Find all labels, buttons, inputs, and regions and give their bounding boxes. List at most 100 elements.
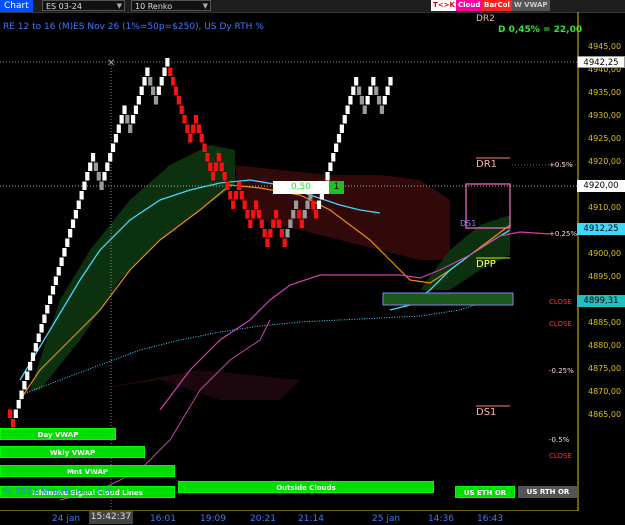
- pct-p025: +0.25%: [549, 230, 578, 238]
- pct-m05: -0.5%: [549, 436, 570, 444]
- y-tick-label: 4865,00: [588, 410, 622, 419]
- renko-brick: [282, 238, 287, 247]
- bear-cloud-lower: [90, 370, 300, 400]
- renko-brick: [208, 162, 213, 171]
- renko-brick: [176, 96, 181, 105]
- us-rth-or-button[interactable]: US RTH OR: [518, 486, 578, 498]
- renko-brick: [79, 191, 84, 200]
- renko-brick: [279, 229, 284, 238]
- renko-brick: [248, 219, 253, 228]
- renko-brick: [145, 67, 150, 76]
- renko-brick: [88, 162, 93, 171]
- renko-brick: [262, 229, 267, 238]
- renko-brick: [368, 86, 373, 95]
- renko-brick: [225, 181, 230, 190]
- renko-brick: [139, 86, 144, 95]
- renko-brick: [316, 200, 322, 209]
- renko-brick: [182, 115, 187, 124]
- renko-brick: [271, 219, 276, 228]
- renko-brick: [185, 124, 190, 133]
- renko-brick: [385, 86, 390, 95]
- renko-brick: [371, 77, 376, 86]
- renko-brick: [328, 162, 333, 171]
- renko-brick: [70, 219, 76, 228]
- y-tick-label: 4930,00: [588, 111, 622, 120]
- renko-brick: [196, 124, 201, 133]
- renko-brick: [334, 143, 339, 152]
- renko-brick: [359, 96, 364, 105]
- y-tick-label: 4910,00: [588, 203, 622, 212]
- renko-brick: [348, 96, 353, 105]
- outside-clouds-button[interactable]: Outside Clouds: [178, 481, 434, 493]
- renko-brick: [102, 172, 107, 181]
- x-tick-label: 25 jan: [372, 514, 401, 524]
- renko-brick: [354, 77, 359, 86]
- y-tick-label: 4875,00: [588, 364, 622, 373]
- pct-m025: -0.25%: [549, 367, 574, 375]
- pct-p05: +0.5%: [549, 161, 573, 169]
- renko-brick: [294, 200, 299, 209]
- renko-brick: [296, 210, 302, 219]
- x-tick-label: 24 jan: [52, 514, 81, 524]
- renko-brick: [39, 324, 44, 333]
- y-tick-label: 4945,00: [588, 42, 622, 51]
- renko-brick: [133, 105, 139, 114]
- x-tick-label: 16:01: [150, 514, 176, 524]
- x-tick-label: 14:36: [428, 514, 454, 524]
- renko-brick: [382, 96, 387, 105]
- renko-brick: [233, 191, 239, 200]
- renko-brick: [311, 200, 316, 209]
- renko-brick: [93, 162, 98, 171]
- y-tick-label: 4920,00: [588, 157, 622, 166]
- position-qty[interactable]: 1: [329, 181, 344, 194]
- renko-brick: [65, 238, 70, 247]
- renko-brick: [179, 105, 184, 114]
- renko-brick: [113, 134, 119, 143]
- renko-brick: [228, 191, 233, 200]
- renko-brick: [16, 400, 21, 409]
- mnt-vwap-button[interactable]: Mnt VWAP: [0, 465, 175, 477]
- renko-brick: [148, 77, 153, 86]
- renko-brick: [239, 191, 244, 200]
- renko-brick: [165, 58, 170, 67]
- close-label-3: CLOSE: [549, 452, 572, 460]
- renko-brick: [90, 153, 96, 162]
- renko-brick: [342, 115, 347, 124]
- renko-brick: [388, 77, 393, 86]
- renko-brick: [22, 381, 27, 390]
- renko-brick: [153, 96, 159, 105]
- us-eth-or-button[interactable]: US ETH OR: [455, 486, 515, 498]
- renko-brick: [245, 210, 250, 219]
- renko-brick: [119, 115, 124, 124]
- y-tick-label: 4925,00: [588, 134, 622, 143]
- renko-brick: [336, 134, 342, 143]
- renko-brick: [253, 200, 259, 209]
- renko-brick: [62, 248, 67, 257]
- renko-brick: [122, 105, 127, 114]
- renko-brick: [99, 181, 104, 190]
- renko-brick: [68, 229, 73, 238]
- level-dr1: DR1: [476, 159, 498, 170]
- renko-brick: [331, 153, 336, 162]
- renko-brick: [365, 96, 370, 105]
- x-tick-label: 16:43: [477, 514, 503, 524]
- wkly-vwap-button[interactable]: Wkly VWAP: [0, 446, 145, 458]
- renko-brick: [216, 153, 221, 162]
- renko-brick: [273, 210, 279, 219]
- renko-brick: [288, 219, 293, 228]
- y-tick-label: 4870,00: [588, 387, 622, 396]
- position-price[interactable]: 0,50: [273, 181, 329, 194]
- renko-brick: [339, 124, 344, 133]
- price-box-green: 4899,31: [577, 295, 625, 307]
- price-box-cyan: 4912,25: [577, 223, 625, 235]
- day-vwap-button[interactable]: Day VWAP: [0, 428, 116, 440]
- renko-brick: [13, 409, 18, 418]
- renko-brick: [162, 67, 167, 76]
- renko-brick: [173, 86, 179, 95]
- renko-brick: [325, 172, 330, 181]
- renko-brick: [202, 143, 207, 152]
- renko-brick: [276, 219, 282, 228]
- renko-brick: [73, 210, 78, 219]
- renko-brick: [25, 371, 30, 380]
- renko-brick: [211, 172, 216, 181]
